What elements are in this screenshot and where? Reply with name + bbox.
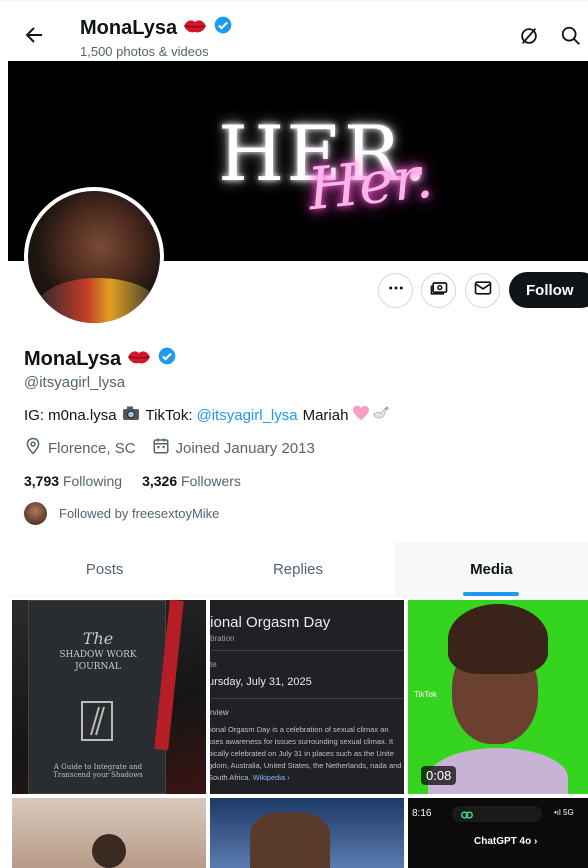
- grok-icon[interactable]: [518, 25, 540, 47]
- location-item: Florence, SC: [24, 437, 136, 459]
- followers-stat[interactable]: 3,326 Followers: [142, 473, 241, 489]
- followers-label: Followers: [181, 473, 241, 489]
- search-icon[interactable]: [560, 25, 582, 47]
- follower-avatar: [24, 502, 47, 525]
- dove-icon: [372, 405, 390, 425]
- journal-subtitle: A Guide to Integrate and Transcend your …: [53, 763, 143, 779]
- video-duration: 0:08: [421, 766, 457, 785]
- bio-instagram: IG: m0na.lysa: [24, 406, 117, 424]
- followed-by[interactable]: Followed by freesextoyMike: [24, 502, 219, 525]
- verified-badge-icon: [213, 15, 233, 41]
- result-date-label: te: [210, 660, 217, 669]
- header-subtitle: 1,500 photos & videos: [80, 44, 209, 59]
- profile-name-row: MonaLysa: [24, 346, 177, 372]
- location-pin-icon: [24, 437, 42, 459]
- message-button[interactable]: [465, 273, 500, 308]
- follow-button[interactable]: Follow: [509, 272, 588, 308]
- profile-handle: @itsyagirl_lysa: [24, 374, 126, 391]
- video-hair: [448, 604, 548, 674]
- back-arrow-icon[interactable]: [22, 23, 46, 47]
- phone-time: 8:16: [412, 808, 432, 819]
- camera-emoji-icon: [122, 405, 140, 425]
- tab-media[interactable]: Media: [394, 542, 588, 596]
- profile-meta: Florence, SC Joined January 2013: [24, 437, 331, 459]
- subscribe-button[interactable]: [421, 273, 456, 308]
- profile-bio: IG: m0na.lysa TikTok: @itsyagirl_lysa Ma…: [24, 405, 390, 425]
- media-tile-video[interactable]: TikTok 0:08: [408, 600, 588, 794]
- location-text: Florence, SC: [48, 439, 136, 457]
- divider: [210, 650, 404, 651]
- journal-title: SHADOW WORK JOURNAL: [59, 650, 137, 672]
- header-name: MonaLysa: [80, 16, 178, 39]
- banner-text-script: Her.: [304, 142, 436, 224]
- header-title: MonaLysa: [80, 15, 233, 41]
- result-heading: tional Orgasm Day: [210, 614, 331, 631]
- journal-emblem-icon: [81, 701, 113, 741]
- avatar-shirt: [38, 278, 158, 323]
- result-source-link[interactable]: Wikipedia ›: [253, 773, 290, 782]
- dynamic-island: [452, 806, 542, 822]
- follow-stats: 3,793 Following 3,326 Followers: [24, 473, 241, 489]
- result-date: ursday, July 31, 2025: [210, 676, 312, 688]
- joined-text: Joined January 2013: [175, 439, 315, 457]
- following-stat[interactable]: 3,793 Following: [24, 473, 122, 489]
- joined-item: Joined January 2013: [152, 437, 315, 459]
- tab-posts[interactable]: Posts: [8, 542, 201, 596]
- pink-heart-icon: [352, 405, 370, 425]
- money-icon: [429, 278, 449, 303]
- profile-name: MonaLysa: [24, 347, 122, 370]
- profile-tabs: Posts Replies Media: [8, 542, 588, 597]
- journal-title-the: The: [82, 629, 114, 648]
- media-tile-5[interactable]: [210, 798, 404, 868]
- bio-tiktok-label: TikTok:: [145, 406, 193, 424]
- chatgpt-label: ChatGPT 4o ›: [474, 836, 538, 847]
- verified-badge-icon[interactable]: [157, 346, 177, 372]
- followers-count: 3,326: [142, 473, 178, 489]
- journal-cover: The SHADOW WORK JOURNAL A Guide to Integ…: [28, 600, 166, 794]
- divider: [210, 698, 404, 699]
- bio-name: Mariah: [302, 406, 349, 424]
- envelope-icon: [473, 278, 493, 303]
- lips-emoji-icon: [183, 17, 207, 40]
- profile-avatar[interactable]: [24, 187, 164, 327]
- calendar-icon: [152, 437, 170, 459]
- bio-tiktok-link[interactable]: @itsyagirl_lysa: [197, 407, 298, 424]
- media-tile-journal[interactable]: The SHADOW WORK JOURNAL A Guide to Integ…: [12, 600, 206, 794]
- top-bar: MonaLysa 1,500 photos & videos: [0, 0, 588, 62]
- more-dots-icon: [387, 279, 405, 302]
- tile5-figure: [250, 812, 330, 868]
- lips-emoji-icon: [127, 348, 151, 371]
- tiktok-watermark: TikTok: [414, 690, 437, 699]
- tab-replies[interactable]: Replies: [201, 542, 394, 596]
- result-kind: bration: [210, 634, 235, 643]
- media-tile-search-result[interactable]: tional Orgasm Day bration te ursday, Jul…: [210, 600, 404, 794]
- phone-signal: •ıl 5G: [554, 808, 574, 817]
- result-body: tional Orgasm Day is a celebration of se…: [210, 724, 404, 784]
- result-overview-label: rview: [210, 708, 229, 717]
- media-tile-phone[interactable]: 8:16 •ıl 5G ChatGPT 4o ›: [408, 798, 588, 868]
- followed-by-text: Followed by freesextoyMike: [59, 506, 220, 521]
- more-options-button[interactable]: [378, 273, 413, 308]
- media-tile-4[interactable]: [12, 798, 206, 868]
- following-label: Following: [62, 473, 123, 489]
- result-body-text: tional Orgasm Day is a celebration of se…: [210, 725, 402, 782]
- link-icon: [460, 808, 474, 826]
- following-count: 3,793: [24, 473, 60, 489]
- tile4-figure: [92, 834, 126, 868]
